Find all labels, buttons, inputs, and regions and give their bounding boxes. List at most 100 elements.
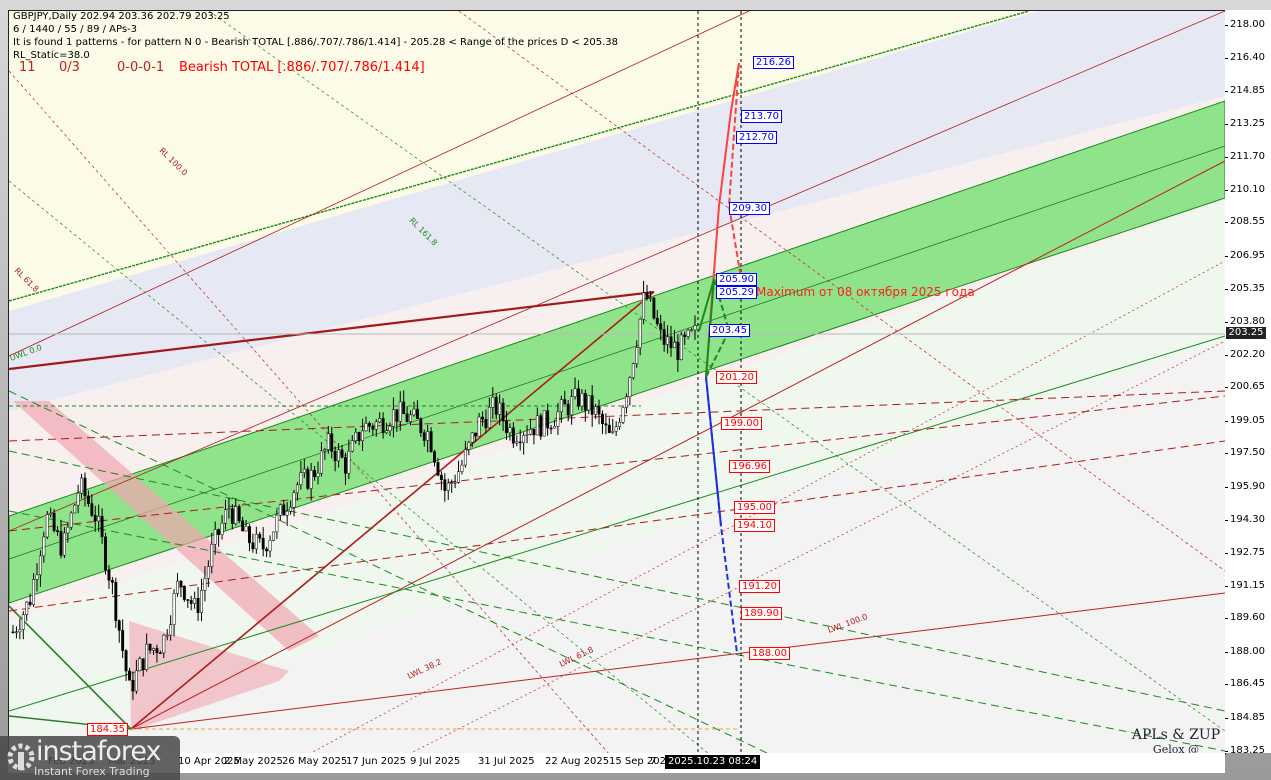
candle-bull bbox=[275, 514, 279, 533]
candle-bear bbox=[124, 650, 128, 672]
candle-bear bbox=[683, 334, 687, 337]
candle-bull bbox=[672, 341, 676, 349]
pattern-level-label: 189.90 bbox=[741, 607, 782, 621]
candle-bull bbox=[278, 504, 282, 516]
candle-bull bbox=[556, 411, 560, 427]
pattern-level-label: 216.26 bbox=[753, 56, 794, 70]
candle-bear bbox=[313, 470, 317, 477]
pattern-level-label: 213.70 bbox=[741, 109, 782, 123]
chart-plot-area[interactable]: LWL 100.0 LWL 61.8 LWL 38.2 RL 100.0 RL … bbox=[8, 10, 1226, 755]
pattern-level-label: 188.00 bbox=[749, 646, 790, 660]
candle-bull bbox=[49, 512, 53, 515]
price-tick: 214.85 bbox=[1225, 84, 1265, 96]
pattern-level-label: 205.90 bbox=[716, 272, 757, 286]
candle-bull bbox=[529, 429, 532, 435]
candle-bear bbox=[11, 631, 15, 634]
candle-bull bbox=[206, 566, 210, 579]
date-tick: 17 Jun 2025 bbox=[346, 756, 407, 767]
candle-bear bbox=[429, 431, 433, 452]
candle-bear bbox=[381, 418, 385, 434]
candle-bull bbox=[638, 318, 642, 348]
candle-bear bbox=[158, 652, 162, 654]
candle-bear bbox=[583, 393, 587, 411]
price-tick: 206.95 bbox=[1225, 249, 1265, 261]
candle-bull bbox=[18, 629, 22, 633]
pattern-info: It is found 1 patterns - for pattern N 0… bbox=[13, 37, 619, 48]
candle-bull bbox=[227, 508, 231, 511]
candle-bear bbox=[532, 429, 536, 436]
candle-bull bbox=[38, 555, 42, 576]
price-tick: 191.15 bbox=[1225, 579, 1265, 591]
candle-bull bbox=[193, 598, 197, 604]
candle-bull bbox=[234, 506, 238, 524]
candle-bear bbox=[601, 413, 604, 425]
candle-bear bbox=[330, 433, 334, 452]
candle-bear bbox=[662, 329, 666, 345]
stat-ratio: 0/3 bbox=[59, 60, 80, 75]
candle-bull bbox=[642, 292, 646, 320]
logo-name: instaforex bbox=[36, 736, 161, 767]
candle-bear bbox=[189, 600, 193, 604]
price-tick: 205.35 bbox=[1225, 283, 1265, 295]
pattern-level-label: 184.35 bbox=[87, 723, 128, 737]
candle-bull bbox=[162, 634, 166, 654]
candle-bull bbox=[350, 440, 354, 452]
candle-bear bbox=[655, 317, 659, 324]
candle-bear bbox=[395, 409, 399, 422]
candle-bull bbox=[385, 430, 389, 434]
candle-bull bbox=[347, 450, 351, 474]
maximum-annotation: Maximum от 08 октября 2025 года bbox=[756, 285, 975, 299]
candle-bull bbox=[631, 363, 635, 378]
candle-bear bbox=[546, 410, 550, 429]
candle-bull bbox=[621, 407, 625, 423]
candle-bull bbox=[508, 427, 512, 433]
price-tick: 200.65 bbox=[1225, 381, 1265, 393]
pattern-level-label: 209.30 bbox=[729, 201, 770, 215]
candle-bull bbox=[169, 624, 173, 636]
candle-bull bbox=[625, 396, 628, 408]
candle-bull bbox=[587, 395, 591, 411]
candle-bear bbox=[652, 297, 656, 319]
candle-bull bbox=[618, 421, 622, 427]
candle-bull bbox=[45, 514, 49, 538]
candle-bull bbox=[138, 658, 142, 671]
candle-bear bbox=[340, 449, 344, 458]
candle-bear bbox=[128, 670, 131, 681]
candle-bear bbox=[230, 508, 234, 524]
price-tick: 194.30 bbox=[1225, 514, 1265, 526]
logo-gear-icon bbox=[7, 743, 35, 771]
candle-bear bbox=[439, 474, 443, 480]
instaforex-logo: instaforex Instant Forex Trading bbox=[0, 736, 180, 780]
candle-bull bbox=[14, 631, 18, 634]
time-axis[interactable]: 7 15 Sep 2025 22 Aug 2025 31 Jul 2025 9 Jul … bbox=[8, 753, 1225, 773]
candle-bear bbox=[597, 406, 601, 415]
candle-bear bbox=[676, 341, 680, 360]
candle-bear bbox=[433, 451, 436, 463]
candle-bull bbox=[679, 334, 683, 360]
candle-bear bbox=[186, 599, 190, 601]
price-tick: 211.70 bbox=[1225, 150, 1265, 162]
candle-bull bbox=[457, 471, 460, 483]
candle-bear bbox=[333, 451, 337, 462]
candle-bear bbox=[59, 531, 63, 556]
candle-bull bbox=[289, 506, 293, 512]
candle-bull bbox=[498, 402, 502, 415]
candle-bear bbox=[343, 457, 347, 474]
watermark-title: APLs & ZUP bbox=[1131, 727, 1221, 743]
candle-bull bbox=[364, 423, 368, 432]
pattern-level-label: 199.00 bbox=[721, 416, 762, 430]
candle-bull bbox=[213, 529, 217, 545]
candle-bear bbox=[590, 395, 594, 415]
candle-bull bbox=[412, 408, 416, 416]
candle-bull bbox=[73, 504, 77, 514]
candle-bull bbox=[388, 426, 392, 431]
price-tick: 189.60 bbox=[1225, 612, 1265, 624]
candle-bear bbox=[56, 530, 60, 532]
candle-bear bbox=[52, 512, 56, 531]
stat-code: 0-0-0-1 bbox=[117, 60, 165, 75]
candle-bull bbox=[224, 509, 227, 524]
candle-bull bbox=[391, 409, 395, 427]
pattern-level-label: 194.10 bbox=[734, 519, 775, 533]
price-axis[interactable]: 218.00 216.40 214.85 213.25 211.70 210.10 208.… bbox=[1225, 10, 1271, 756]
pattern-level-label: 203.45 bbox=[709, 323, 750, 337]
